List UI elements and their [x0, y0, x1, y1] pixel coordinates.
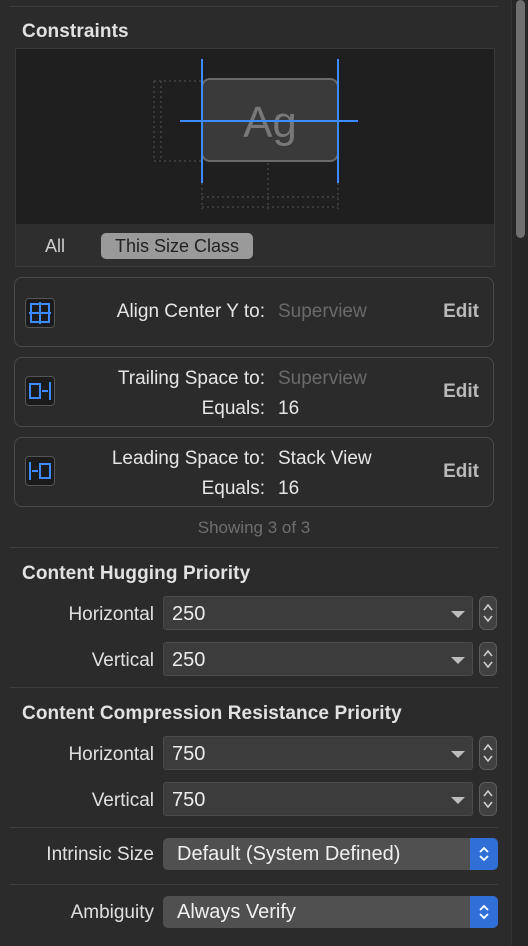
chevron-down-icon[interactable]	[451, 657, 465, 664]
divider	[10, 884, 498, 885]
intrinsic-size-label: Intrinsic Size	[46, 844, 154, 865]
edit-button[interactable]: Edit	[443, 381, 479, 403]
leading-space-icon	[25, 456, 55, 486]
constraint-label: Align Center Y to:	[116, 301, 265, 322]
hugging-priority-title: Content Hugging Priority	[22, 563, 251, 584]
align-center-y-icon	[25, 298, 55, 328]
up-down-chevron-icon[interactable]	[470, 838, 498, 870]
constraints-preview: Ag	[15, 48, 495, 225]
hugging-vertical-label: Vertical	[91, 650, 154, 671]
compression-vertical-combo[interactable]: 750	[163, 782, 473, 816]
hugging-horizontal-combo[interactable]: 250	[163, 596, 473, 630]
constraint-equals-label: Equals:	[201, 398, 265, 419]
hugging-horizontal-stepper[interactable]	[479, 596, 497, 630]
ambiguity-label: Ambiguity	[70, 902, 154, 923]
chevron-down-icon[interactable]	[451, 797, 465, 804]
compression-horizontal-stepper[interactable]	[479, 736, 497, 770]
compression-horizontal-combo[interactable]: 750	[163, 736, 473, 770]
compression-vertical-stepper[interactable]	[479, 782, 497, 816]
compression-vertical-label: Vertical	[91, 790, 154, 811]
compression-vertical-value: 750	[172, 789, 206, 811]
segment-this-size-class[interactable]: This Size Class	[101, 233, 254, 259]
compression-horizontal-value: 750	[172, 743, 206, 765]
constraint-equals-value: 16	[278, 478, 300, 499]
constraint-value: Superview	[278, 368, 367, 389]
hugging-vertical-combo[interactable]: 250	[163, 642, 473, 676]
size-class-segmented-control: All This Size Class	[15, 224, 495, 267]
hugging-horizontal-value: 250	[172, 603, 206, 625]
constraint-value: Stack View	[278, 448, 372, 469]
ambiguity-popup[interactable]: Always Verify	[163, 896, 498, 928]
divider	[10, 827, 498, 828]
constraints-title: Constraints	[22, 21, 129, 42]
constraint-item-leading-space[interactable]: Leading Space to: Stack View Equals: 16 …	[14, 437, 494, 507]
chevron-down-icon[interactable]	[451, 751, 465, 758]
segment-all[interactable]: All	[45, 233, 65, 259]
preview-sample-text: Ag	[243, 98, 297, 147]
divider	[10, 687, 498, 688]
constraint-equals-value: 16	[278, 398, 300, 419]
scrollbar-track[interactable]	[511, 0, 528, 946]
up-down-chevron-icon[interactable]	[470, 896, 498, 928]
constraint-equals-label: Equals:	[201, 478, 265, 499]
constraint-item-align-center-y[interactable]: Align Center Y to: Superview Edit	[14, 277, 494, 347]
ambiguity-value: Always Verify	[177, 901, 296, 923]
edit-button[interactable]: Edit	[443, 461, 479, 483]
intrinsic-size-popup[interactable]: Default (System Defined)	[163, 838, 498, 870]
chevron-down-icon[interactable]	[451, 611, 465, 618]
scrollbar-thumb[interactable]	[516, 0, 525, 238]
constraint-label: Trailing Space to:	[117, 368, 265, 389]
hugging-horizontal-label: Horizontal	[68, 604, 154, 625]
trailing-space-icon	[25, 376, 55, 406]
constraint-item-trailing-space[interactable]: Trailing Space to: Superview Equals: 16 …	[14, 357, 494, 427]
hugging-vertical-value: 250	[172, 649, 206, 671]
edit-button[interactable]: Edit	[443, 301, 479, 323]
divider	[10, 547, 498, 548]
constraints-count: Showing 3 of 3	[197, 518, 311, 537]
hugging-vertical-stepper[interactable]	[479, 642, 497, 676]
constraints-diagram: Ag	[153, 59, 358, 209]
constraint-value: Superview	[278, 301, 367, 322]
compression-horizontal-label: Horizontal	[68, 744, 154, 765]
compression-priority-title: Content Compression Resistance Priority	[22, 703, 402, 724]
divider	[10, 6, 498, 7]
constraint-label: Leading Space to:	[111, 448, 265, 469]
intrinsic-size-value: Default (System Defined)	[177, 843, 401, 865]
